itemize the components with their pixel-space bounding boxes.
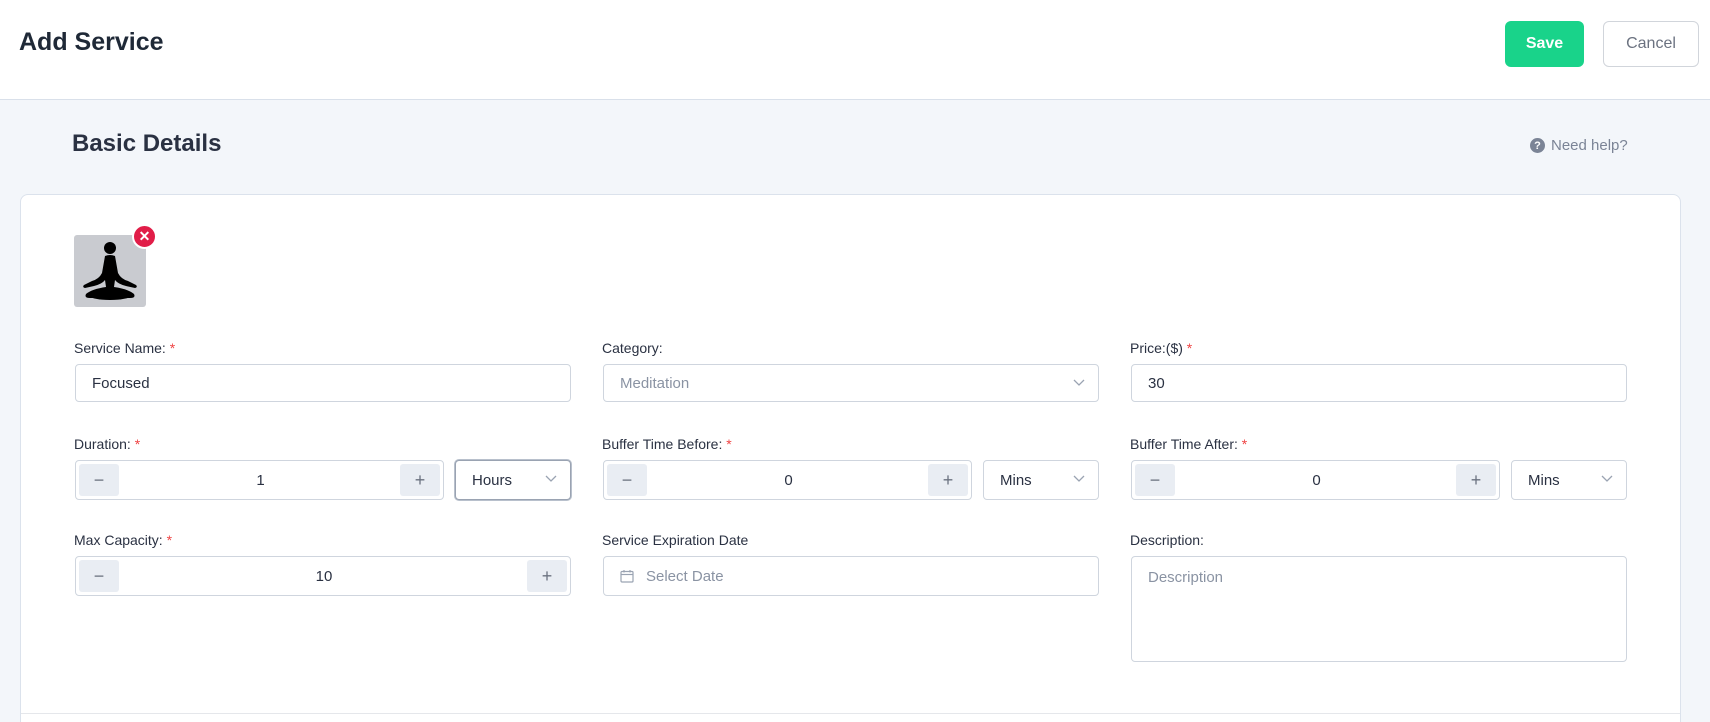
section-title: Basic Details [72, 130, 222, 157]
buffer-before-label: Buffer Time Before: * [602, 436, 732, 452]
required-mark: * [169, 340, 176, 356]
buffer-before-unit-value: Mins [1000, 471, 1032, 489]
duration-decrement-button[interactable]: − [79, 464, 119, 496]
required-mark: * [134, 436, 141, 452]
buffer-after-stepper[interactable]: − 0 + [1131, 460, 1500, 500]
page-title: Add Service [19, 28, 164, 56]
category-label: Category: [602, 340, 663, 356]
expiration-date-label: Service Expiration Date [602, 532, 749, 548]
chevron-down-icon [1073, 475, 1085, 482]
max-capacity-label: Max Capacity: * [74, 532, 172, 548]
buffer-before-increment-button[interactable]: + [928, 464, 968, 496]
buffer-before-unit-select[interactable]: Mins [983, 460, 1099, 500]
buffer-before-stepper[interactable]: − 0 + [603, 460, 972, 500]
duration-label: Duration: * [74, 436, 140, 452]
price-input[interactable]: 30 [1131, 364, 1627, 402]
buffer-after-unit-select[interactable]: Mins [1511, 460, 1627, 500]
description-textarea[interactable]: Description [1131, 556, 1627, 662]
buffer-before-label-text: Buffer Time Before: [602, 436, 723, 452]
buffer-after-decrement-button[interactable]: − [1135, 464, 1175, 496]
duration-increment-button[interactable]: + [400, 464, 440, 496]
remove-image-button[interactable]: ✕ [132, 224, 157, 249]
buffer-after-unit-value: Mins [1528, 471, 1560, 489]
price-label-text: Price:($) [1130, 340, 1183, 356]
service-name-label: Service Name: * [74, 340, 175, 356]
calendar-icon [620, 570, 634, 583]
card-divider [21, 713, 1680, 714]
price-label: Price:($) * [1130, 340, 1192, 356]
chevron-down-icon [1601, 475, 1613, 482]
duration-label-text: Duration: [74, 436, 131, 452]
expiration-date-placeholder: Select Date [646, 567, 724, 585]
buffer-after-value[interactable]: 0 [1176, 461, 1457, 499]
help-icon: ? [1530, 138, 1545, 153]
required-mark: * [1241, 436, 1248, 452]
save-button[interactable]: Save [1505, 21, 1584, 67]
buffer-after-label-text: Buffer Time After: [1130, 436, 1238, 452]
buffer-after-label: Buffer Time After: * [1130, 436, 1247, 452]
required-mark: * [166, 532, 173, 548]
cancel-button[interactable]: Cancel [1603, 21, 1699, 67]
buffer-after-increment-button[interactable]: + [1456, 464, 1496, 496]
max-capacity-stepper[interactable]: − 10 + [75, 556, 571, 596]
max-capacity-decrement-button[interactable]: − [79, 560, 119, 592]
category-select[interactable]: Meditation [603, 364, 1099, 402]
buffer-before-decrement-button[interactable]: − [607, 464, 647, 496]
buffer-before-value[interactable]: 0 [648, 461, 929, 499]
duration-unit-value: Hours [472, 471, 513, 489]
description-label: Description: [1130, 532, 1204, 548]
top-bar: Add Service Save Cancel [0, 0, 1710, 100]
duration-stepper[interactable]: − 1 + [75, 460, 444, 500]
duration-value[interactable]: 1 [120, 461, 401, 499]
expiration-date-input[interactable]: Select Date [603, 556, 1099, 596]
required-mark: * [1186, 340, 1193, 356]
service-name-label-text: Service Name: [74, 340, 166, 356]
help-label: Need help? [1551, 137, 1628, 154]
max-capacity-label-text: Max Capacity: [74, 532, 163, 548]
chevron-down-icon [545, 475, 557, 482]
category-value: Meditation [620, 374, 690, 392]
max-capacity-increment-button[interactable]: + [527, 560, 567, 592]
service-name-input[interactable]: Focused [75, 364, 571, 402]
required-mark: * [726, 436, 732, 452]
max-capacity-value[interactable]: 10 [120, 557, 528, 595]
help-link[interactable]: ? Need help? [1530, 137, 1628, 154]
chevron-down-icon [1073, 379, 1085, 386]
duration-unit-select[interactable]: Hours [455, 460, 571, 500]
